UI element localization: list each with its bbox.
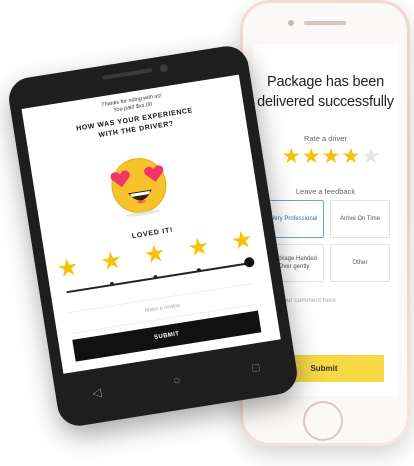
recents-icon[interactable]: □ <box>251 360 260 375</box>
feedback-option-arrive-on-time[interactable]: Arrive On Time <box>330 200 390 238</box>
android-speaker <box>102 68 153 80</box>
star-icon[interactable]: ★ <box>229 226 254 256</box>
star-icon[interactable]: ★ <box>322 146 341 168</box>
heart-eyes-emoji-icon <box>110 158 167 217</box>
star-icon[interactable]: ★ <box>186 233 211 263</box>
feedback-option-other[interactable]: Other <box>330 244 390 282</box>
android-camera <box>159 63 169 73</box>
star-icon[interactable]: ★ <box>99 246 124 276</box>
feedback-options: Very Professional Arrive On Time Package… <box>264 200 390 290</box>
page-title: Package has been delivered successfully <box>257 74 394 110</box>
iphone-camera <box>288 20 294 26</box>
star-icon[interactable]: ★ <box>302 146 321 168</box>
iphone-home-button[interactable] <box>303 401 343 441</box>
iphone-speaker <box>304 21 346 25</box>
android-screen: Thanks for riding with us! You paid $xx.… <box>21 74 281 374</box>
back-icon[interactable]: ◁ <box>91 385 102 400</box>
star-icon[interactable]: ★ <box>142 239 167 269</box>
rate-driver-label: Rate a driver <box>304 134 347 143</box>
driver-rating[interactable]: ★ ★ ★ ★ ★ <box>282 146 380 168</box>
star-icon[interactable]: ★ <box>55 253 80 283</box>
star-icon[interactable]: ★ <box>282 146 301 168</box>
rating-slider-handle[interactable] <box>243 256 256 268</box>
star-icon[interactable]: ★ <box>361 146 380 168</box>
feedback-label: Leave a feedback <box>295 187 356 196</box>
home-icon[interactable]: ○ <box>172 373 181 388</box>
star-icon[interactable]: ★ <box>341 146 360 168</box>
